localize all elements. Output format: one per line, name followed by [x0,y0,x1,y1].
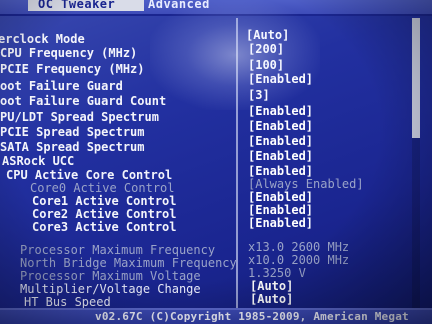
cpu-active-core-control-value[interactable]: [Enabled] [248,164,313,178]
cpu-frequency-label: CPU Frequency (MHz) [0,46,138,60]
ht-bus-speed-label: HT Bus Speed [24,295,111,309]
pcie-frequency-label: PCIE Frequency (MHz) [0,62,145,76]
processor-max-voltage-value: 1.3250 V [248,266,306,280]
overclock-mode-label: erclock Mode [0,32,85,46]
asrock-ucc-label: ASRock UCC [2,154,75,168]
bios-screen: OC Tweaker Advanced erclock Mode [Auto] … [0,0,432,324]
ht-bus-speed-value[interactable]: [Auto] [250,292,293,306]
cpu-ldt-spread-spectrum-label: PU/LDT Spread Spectrum [0,110,159,124]
overclock-mode-value[interactable]: [Auto] [246,28,289,42]
cpu-frequency-value[interactable]: [200] [248,42,284,56]
sata-spread-spectrum-label: SATA Spread Spectrum [0,140,145,154]
column-divider [236,18,238,318]
core0-active-control-label: Core0 Active Control [30,181,175,195]
cpu-ldt-spread-spectrum-value[interactable]: [Enabled] [248,104,313,118]
processor-max-frequency-value: x13.0 2600 MHz [248,240,350,254]
core1-active-control-label: Core1 Active Control [32,194,177,208]
core2-active-control-label: Core2 Active Control [32,207,177,221]
core1-active-control-value[interactable]: [Enabled] [248,190,313,204]
copyright-footer: v02.67C (C)Copyright 1985-2009, American… [95,310,409,323]
tab-advanced[interactable]: Advanced [148,0,210,11]
asrock-ucc-value[interactable]: [Enabled] [248,149,313,163]
processor-max-frequency-label: Processor Maximum Frequency [20,243,216,257]
scrollbar-thumb[interactable] [412,18,420,138]
boot-failure-guard-count-label: oot Failure Guard Count [0,94,167,108]
core3-active-control-value[interactable]: [Enabled] [248,216,313,230]
cpu-active-core-control-label: CPU Active Core Control [6,168,173,182]
bios-tab-bar: OC Tweaker Advanced [0,0,432,16]
multiplier-voltage-change-label: Multiplier/Voltage Change [20,282,201,296]
processor-max-voltage-label: Processor Maximum Voltage [20,269,201,283]
core0-active-control-value: [Always Enabled] [248,177,364,191]
boot-failure-guard-value[interactable]: [Enabled] [248,72,313,86]
core2-active-control-value[interactable]: [Enabled] [248,203,313,217]
north-bridge-max-frequency-value: x10.0 2000 MHz [248,253,350,267]
boot-failure-guard-label: oot Failure Guard [0,79,123,93]
multiplier-voltage-change-value[interactable]: [Auto] [250,279,293,293]
north-bridge-max-frequency-label: North Bridge Maximum Frequency [20,256,237,270]
core3-active-control-label: Core3 Active Control [32,220,177,234]
pcie-spread-spectrum-label: PCIE Spread Spectrum [0,125,145,139]
screen-glare [150,0,320,110]
pcie-frequency-value[interactable]: [100] [248,58,284,72]
pcie-spread-spectrum-value[interactable]: [Enabled] [248,119,313,133]
tab-oc-tweaker[interactable]: OC Tweaker [28,0,144,11]
sata-spread-spectrum-value[interactable]: [Enabled] [248,134,313,148]
boot-failure-guard-count-value[interactable]: [3] [248,88,270,102]
